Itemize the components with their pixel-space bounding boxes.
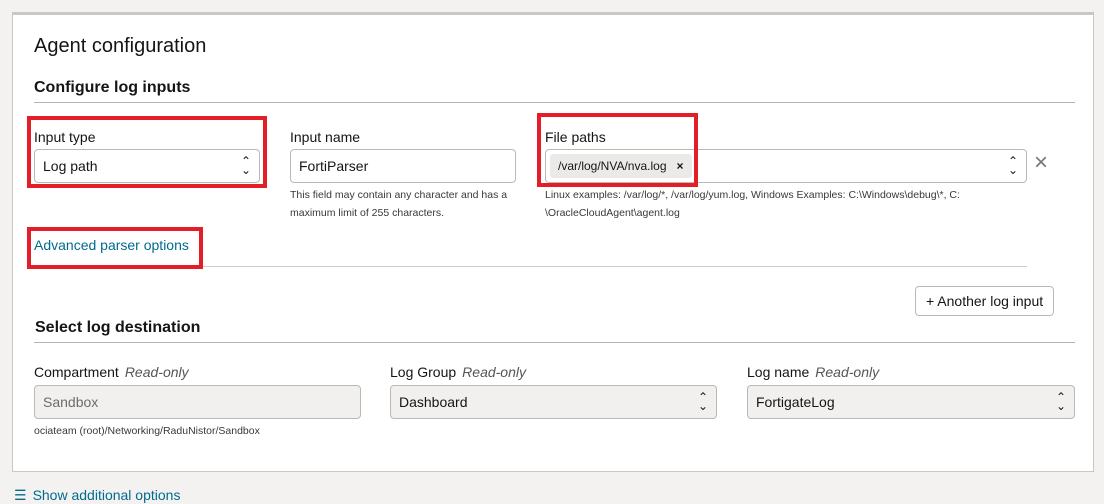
compartment-path: ociateam (root)/Networking/RaduNistor/Sa… — [34, 425, 260, 437]
highlight-box — [537, 113, 698, 187]
chevron-up-down-icon: ⌃ ⌄ — [1055, 390, 1066, 413]
log-group-select[interactable]: Dashboard ⌃ ⌄ — [390, 385, 717, 419]
compartment-field: Sandbox — [34, 385, 361, 419]
compartment-value: Sandbox — [43, 394, 99, 410]
compartment-label: Compartment Read-only — [34, 364, 189, 380]
another-log-input-button[interactable]: + Another log input — [915, 286, 1055, 316]
label-text: Log name — [747, 364, 810, 380]
label-text: Compartment — [34, 364, 119, 380]
read-only-tag: Read-only — [815, 364, 880, 380]
remove-input-icon[interactable]: × — [1034, 149, 1048, 177]
show-additional-options-link[interactable]: ☰ Show additional options — [14, 487, 180, 504]
log-name-label: Log name Read-only — [747, 364, 879, 380]
divider — [34, 342, 1075, 343]
log-name-value: FortigateLog — [756, 394, 835, 410]
options-icon: ☰ — [14, 487, 27, 503]
divider — [34, 102, 1075, 103]
log-group-value: Dashboard — [399, 394, 468, 410]
log-name-select[interactable]: FortigateLog ⌃ ⌄ — [747, 385, 1075, 419]
highlight-box — [27, 116, 267, 188]
input-name-help: This field may contain any character and… — [290, 189, 508, 219]
input-name-field[interactable]: FortiParser — [290, 149, 516, 183]
log-group-label: Log Group Read-only — [390, 364, 526, 380]
input-name-label: Input name — [290, 129, 361, 145]
input-name-value: FortiParser — [299, 158, 369, 174]
link-text: Show additional options — [32, 487, 181, 503]
highlight-box — [27, 227, 203, 269]
chevron-up-down-icon: ⌃ ⌄ — [1007, 154, 1018, 177]
read-only-tag: Read-only — [462, 364, 526, 380]
log-inputs-heading: Configure log inputs — [34, 79, 191, 96]
file-paths-help: Linux examples: /var/log/*, /var/log/yum… — [545, 189, 960, 219]
label-text: Log Group — [390, 364, 457, 380]
page-title: Agent configuration — [34, 35, 207, 57]
log-destination-heading: Select log destination — [35, 319, 201, 336]
read-only-tag: Read-only — [124, 364, 189, 380]
chevron-up-down-icon: ⌃ ⌄ — [697, 390, 708, 413]
